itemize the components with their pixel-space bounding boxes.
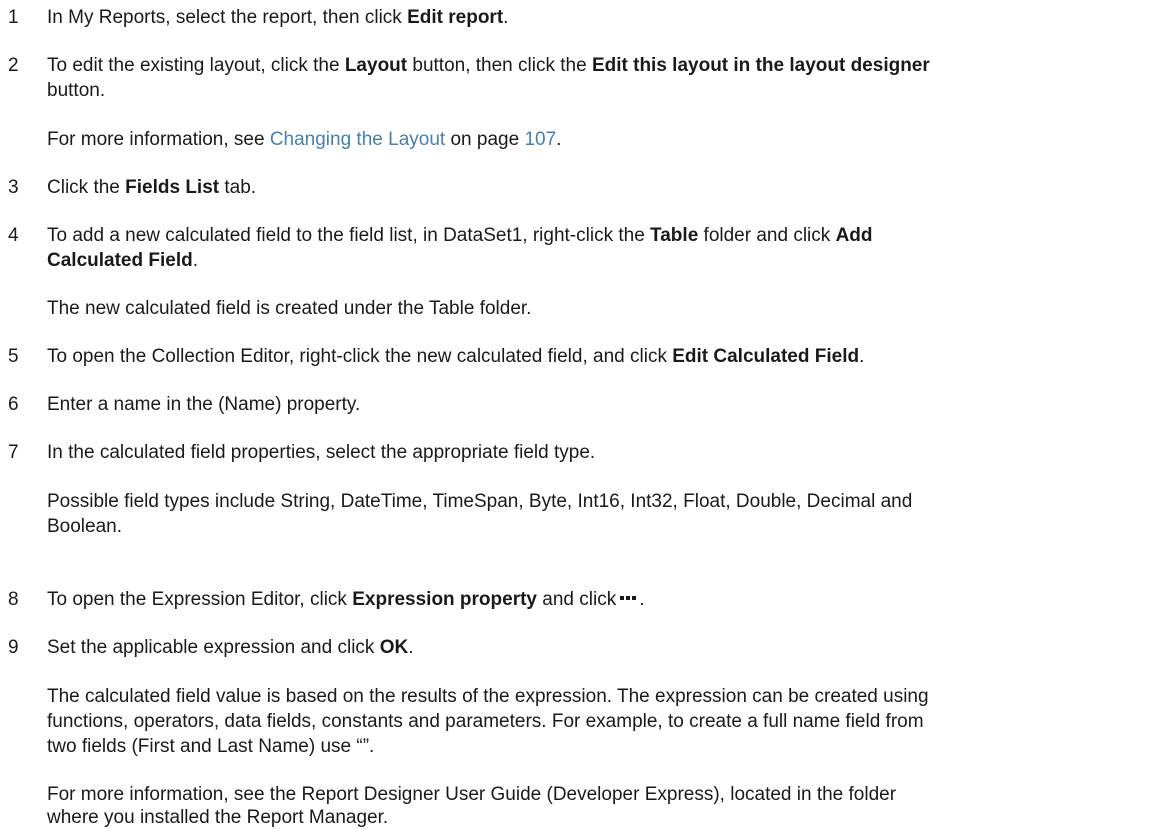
step-number: 3: [8, 177, 19, 198]
step-text: In My Reports, select the report, then c…: [47, 7, 408, 28]
step-number: 4: [8, 225, 19, 246]
step-text: button.: [47, 80, 106, 101]
ui-term: Expression property: [352, 589, 537, 611]
note-text: where you installed the Report Manager.: [47, 807, 389, 828]
step-text: To open the Collection Editor, right-cli…: [47, 346, 673, 367]
step-number: 5: [8, 346, 19, 367]
step-text: In the calculated field properties, sele…: [47, 442, 596, 463]
note-text: Boolean.: [47, 516, 123, 537]
step-text: To open the Expression Editor, click: [47, 589, 353, 611]
ui-term: Edit Calculated Field: [672, 346, 860, 367]
ui-term: Add: [835, 225, 873, 246]
page-107-link[interactable]: 107: [524, 129, 556, 150]
step-number: 8: [8, 589, 19, 610]
step-number: 7: [8, 442, 19, 463]
step-text: Set the applicable expression and click: [47, 637, 380, 658]
note-text: two fields (First and Last Name) use “”.: [47, 736, 375, 757]
step-text: and click: [537, 589, 617, 611]
ui-term: Calculated Field: [47, 250, 193, 271]
note-text: For more information, see the Report Des…: [47, 784, 897, 805]
step-text: To add a new calculated field to the fie…: [47, 225, 651, 246]
note-text: on page: [445, 129, 525, 150]
step-number: 1: [8, 7, 19, 28]
step-text: .: [859, 346, 865, 367]
step-text: Click the: [47, 177, 126, 198]
note-text: Possible field types include String, Dat…: [47, 491, 913, 512]
ui-term: Edit report: [407, 7, 504, 28]
step-number: 6: [8, 394, 19, 415]
note-text: The new calculated field is created unde…: [47, 298, 532, 319]
step-text: tab.: [219, 177, 257, 198]
note-text: functions, operators, data fields, const…: [47, 711, 924, 732]
step-text: button, then click the: [407, 55, 592, 76]
ui-term: Layout: [344, 55, 408, 76]
note-text: The calculated field value is based on t…: [47, 686, 929, 707]
note-text: .: [556, 129, 562, 150]
step-text: .: [192, 250, 198, 271]
changing-layout-link[interactable]: Changing the Layout: [270, 129, 445, 150]
step-text: folder and click: [698, 225, 836, 246]
ui-term: Table: [650, 225, 699, 246]
ui-term: OK: [379, 637, 409, 658]
step-text: .: [503, 7, 509, 28]
ellipsis-icon: [620, 584, 638, 606]
step-text: To edit the existing layout, click the: [47, 55, 345, 76]
step-text: .: [408, 637, 414, 658]
step-number: 2: [8, 55, 19, 76]
ui-term: Fields List: [125, 177, 220, 198]
step-text: Enter a name in the (Name) property.: [47, 394, 361, 415]
step-number: 9: [8, 637, 19, 658]
step-text: .: [639, 589, 645, 611]
ui-term: Edit this layout in the layout designer: [591, 55, 930, 76]
note-text: For more information, see: [47, 129, 270, 150]
